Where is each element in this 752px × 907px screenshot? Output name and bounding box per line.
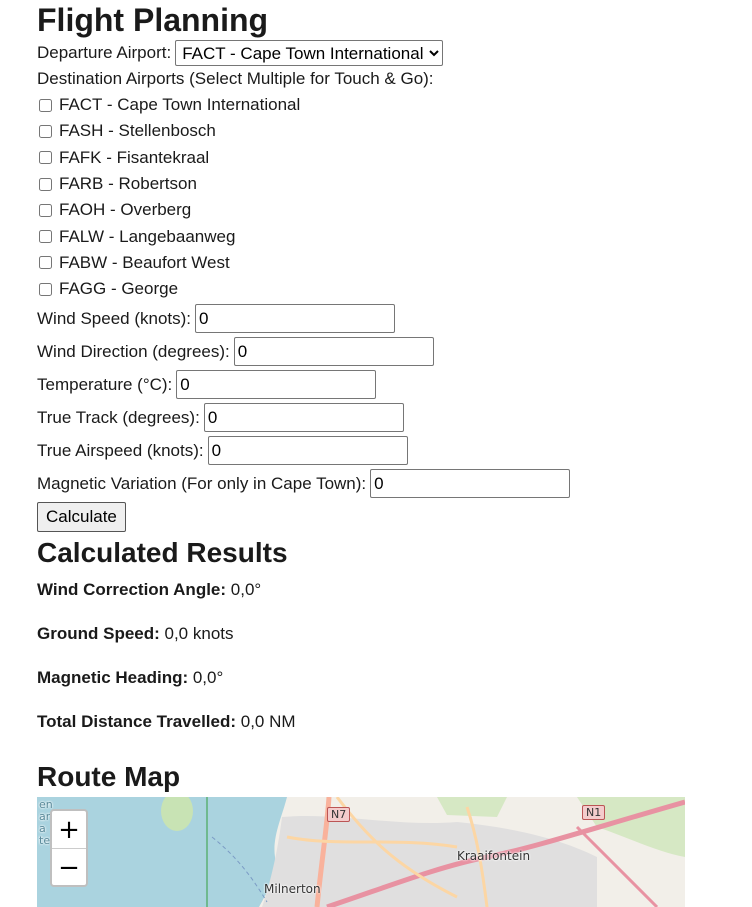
total-distance-result: Total Distance Travelled: 0,0 NM <box>37 702 737 746</box>
magnetic-heading-result: Magnetic Heading: 0,0° <box>37 658 737 702</box>
route-map-heading: Route Map <box>37 761 181 793</box>
wind-direction-row: Wind Direction (degrees): <box>37 335 737 368</box>
destination-checkbox-falw[interactable] <box>39 230 52 244</box>
milnerton-label: Milnerton <box>264 882 321 896</box>
destinations-list: FACT - Cape Town International FASH - St… <box>37 92 737 302</box>
destinations-label: Destination Airports (Select Multiple fo… <box>37 69 434 88</box>
true-airspeed-row: True Airspeed (knots): <box>37 434 737 467</box>
destination-item: FACT - Cape Town International <box>37 92 737 118</box>
destination-label: FAGG - George <box>59 279 179 299</box>
magnetic-variation-row: Magnetic Variation (For only in Cape Tow… <box>37 467 737 500</box>
destination-label: FALW - Langebaanweg <box>59 226 236 246</box>
temperature-row: Temperature (°C): <box>37 368 737 401</box>
destination-checkbox-fagg[interactable] <box>39 282 52 296</box>
true-track-row: True Track (degrees): <box>37 401 737 434</box>
kraaifontein-label: Kraaifontein <box>457 849 531 863</box>
destination-item: FALW - Langebaanweg <box>37 223 737 249</box>
destination-label: FACT - Cape Town International <box>59 95 301 115</box>
wind-direction-input[interactable] <box>233 337 434 367</box>
ground-speed-result: Ground Speed: 0,0 knots <box>37 614 737 658</box>
magnetic-variation-label: Magnetic Variation (For only in Cape Tow… <box>37 473 367 493</box>
dist-label: Total Distance Travelled: <box>37 712 237 732</box>
n7-shield: N7 <box>327 807 351 822</box>
destination-item: FASH - Stellenbosch <box>37 118 737 144</box>
destination-item: FARB - Robertson <box>37 171 737 197</box>
destination-item: FAGG - George <box>37 276 737 302</box>
destination-checkbox-fafk[interactable] <box>39 151 52 165</box>
zoom-in-button[interactable]: + <box>52 811 86 849</box>
departure-select[interactable]: FACT - Cape Town International <box>175 40 444 66</box>
page-title: Flight Planning <box>37 2 269 38</box>
calculate-button[interactable]: Calculate <box>37 502 126 533</box>
destination-item: FABW - Beaufort West <box>37 250 737 276</box>
mh-value: 0,0° <box>188 668 224 688</box>
destination-label: FARB - Robertson <box>59 174 197 194</box>
n1-shield: N1 <box>582 805 606 820</box>
magnetic-variation-input[interactable] <box>370 469 571 499</box>
wind-speed-input[interactable] <box>195 304 396 334</box>
destination-checkbox-farb[interactable] <box>39 177 52 191</box>
true-airspeed-label: True Airspeed (knots): <box>37 440 204 460</box>
true-track-input[interactable] <box>203 403 404 433</box>
wca-value: 0,0° <box>226 580 262 600</box>
destination-checkbox-faoh[interactable] <box>39 203 52 217</box>
wind-speed-label: Wind Speed (knots): <box>37 308 192 328</box>
wind-direction-label: Wind Direction (degrees): <box>37 341 230 361</box>
departure-row: Departure Airport: FACT - Cape Town Inte… <box>37 40 737 66</box>
flight-planning-page: Flight Planning Departure Airport: FACT … <box>37 0 737 794</box>
destination-checkbox-fash[interactable] <box>39 124 52 138</box>
destination-item: FAOH - Overberg <box>37 197 737 223</box>
destination-label: FABW - Beaufort West <box>59 252 230 272</box>
dist-value: 0,0 NM <box>236 712 296 732</box>
destination-label: FAOH - Overberg <box>59 200 192 220</box>
wind-speed-row: Wind Speed (knots): <box>37 302 737 335</box>
mh-label: Magnetic Heading: <box>37 668 189 688</box>
route-map[interactable]: en ar a te N7 N1 Kraaifontein Milnerton … <box>37 797 685 907</box>
destination-checkbox-fabw[interactable] <box>39 256 52 270</box>
zoom-control: + − <box>50 809 88 887</box>
destination-checkbox-fact[interactable] <box>39 98 52 112</box>
destination-label: FASH - Stellenbosch <box>59 121 216 141</box>
zoom-out-button[interactable]: − <box>52 849 86 886</box>
gs-value: 0,0 knots <box>159 624 234 644</box>
true-airspeed-input[interactable] <box>207 436 408 466</box>
departure-label: Departure Airport: <box>37 43 172 62</box>
wca-label: Wind Correction Angle: <box>37 580 227 600</box>
gs-label: Ground Speed: <box>37 624 160 644</box>
temperature-input[interactable] <box>176 370 377 400</box>
wind-correction-angle-result: Wind Correction Angle: 0,0° <box>37 570 737 614</box>
temperature-label: Temperature (°C): <box>37 374 173 394</box>
green-area <box>437 797 507 817</box>
destination-item: FAFK - Fisantekraal <box>37 145 737 171</box>
results-heading: Calculated Results <box>37 537 288 569</box>
true-track-label: True Track (degrees): <box>37 407 200 427</box>
destination-label: FAFK - Fisantekraal <box>59 147 210 167</box>
